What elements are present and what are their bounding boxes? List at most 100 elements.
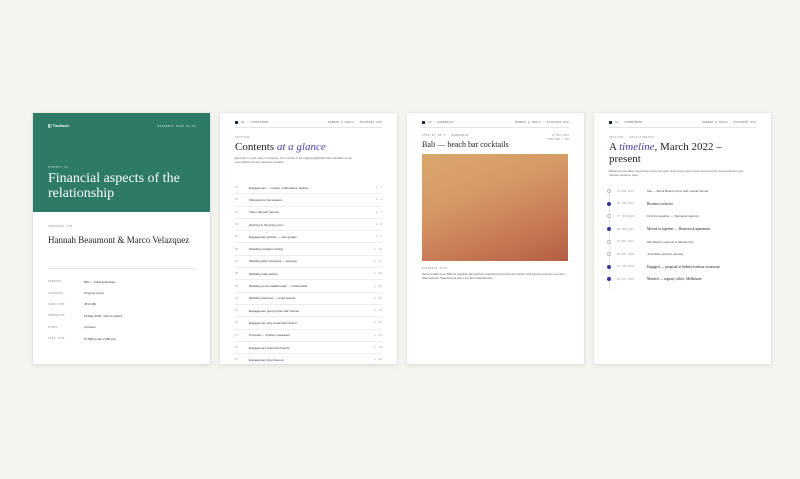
item-page: p. 3 <box>375 186 382 190</box>
brand-logo: ◧ Vaultnote <box>48 123 70 128</box>
caption-label: EVIDENCE NOTE <box>422 267 448 270</box>
event-title: Married — registry office, Melbourne <box>647 277 702 282</box>
contents-item[interactable]: 08 Wedding cake tasting p. 12 <box>235 268 382 281</box>
contents-item[interactable]: 13 Proposal — Sydney restaurant p. 17 <box>235 330 382 342</box>
contents-intro: Each item in your pack of evidence. The … <box>235 156 353 164</box>
item-title: Engagement toast with friends <box>249 345 290 350</box>
event-title: Met — Bondi Beach picnic with mutual fri… <box>647 189 709 194</box>
contents-item[interactable]: 04 Dancing in the living room p. 8 <box>235 219 382 232</box>
item-title: Engagement portrait — rose garden <box>249 234 297 239</box>
event-title: Engaged — proposal at Sydney harbour res… <box>647 264 720 269</box>
contents-item[interactable]: 07 Wedding attire shopping — lehenga p. 11 <box>235 256 382 269</box>
milestone-dot-icon <box>607 277 611 282</box>
meta-table: PURPOSE 820 — Initial application COVERAGE… <box>48 276 196 344</box>
item-title: Engagement — rooftop, champagne, skyline <box>249 185 309 190</box>
divider <box>235 127 382 128</box>
timeline-event: 02 JUN 2022 Became exclusive <box>607 198 757 211</box>
item-number: 13 <box>235 333 239 337</box>
item-number: 03 <box>235 210 239 214</box>
meta-value: 18 May 2026, 4:42 pm AEST <box>84 313 123 318</box>
evidence-page[interactable]: 03 · WANDERLUX HANNAH & MARCO · EVIDENCE… <box>407 113 584 364</box>
contents-page[interactable]: 02 · COMMITMENT HANNAH & MARCO · EVIDENC… <box>220 113 397 364</box>
item-title: Video call with parents <box>249 210 279 215</box>
item-title: Dancing in the living room <box>249 222 284 227</box>
timeline-event: 02 MAY 2025 Married — registry office, Me… <box>607 273 757 286</box>
contents-item[interactable]: 11 Engagement group photo with friends p. … <box>235 305 382 318</box>
item-title: Shopping for homewares <box>249 197 283 202</box>
contents-item[interactable]: 06 Wedding invitation writing p. 10 <box>235 243 382 256</box>
item-number: 06 <box>235 247 239 251</box>
item-title: Engagement group photo with friends <box>249 308 299 313</box>
meta-row: PURPOSE 820 — Initial application <box>48 276 196 287</box>
timeline-page[interactable]: 04 · COMMITMENT HANNAH & MARCO · EVIDENC… <box>594 113 771 364</box>
divider <box>609 127 756 128</box>
item-title: Engagement ring reveal after dinner <box>249 320 297 325</box>
marker-icon <box>235 121 238 124</box>
timeline-event: 17 SEP 2022 First trip together — Tasmani… <box>607 210 757 223</box>
volume-label: EXHIBIT 01 <box>48 166 69 169</box>
item-title: Wedding venue walkthrough — harbourside <box>249 284 308 289</box>
event-date: 04 FEB 2023 <box>617 227 635 231</box>
item-page: p. 11 <box>374 259 382 263</box>
event-title: Joint Wise account opened <box>647 252 684 257</box>
divider <box>48 268 196 269</box>
event-date: 02 JUN 2022 <box>617 202 635 206</box>
prepared-label: PREPARED FOR <box>48 225 73 228</box>
milestone-dot-icon <box>607 227 611 232</box>
item-number: 01 <box>235 186 239 190</box>
contents-item[interactable]: 14 Engagement toast with friends p. 18 <box>235 342 382 355</box>
page-title: A timeline, March 2022 – present <box>609 141 722 165</box>
meta-row: ITEMS 3 photos <box>48 322 196 333</box>
item-number: 05 <box>235 235 239 239</box>
evidence-caption: Second night of our Bali trip together. … <box>422 272 565 280</box>
meta-value: 3 photos <box>84 325 96 330</box>
applicant-names: Hannah Beaumont & Marco Velazquez <box>48 235 190 245</box>
item-number: 02 <box>235 198 239 202</box>
section-label: SECTION · RELATIONSHIP <box>609 136 655 139</box>
meta-value: 820 — Initial application <box>84 279 116 284</box>
step-label: STEP 03 OF 5 · WANDERLUX <box>422 134 470 137</box>
cover-page[interactable]: ◧ Vaultnote EVIDENCE PACK 01/05 EXHIBIT … <box>33 113 210 364</box>
contents-item[interactable]: 02 Shopping for homewares p. 4 <box>235 194 382 207</box>
timeline-event: 21 JUN 2024 Engaged — proposal at Sydney … <box>607 261 757 274</box>
cover-header-meta: EVIDENCE PACK 01/05 <box>157 124 196 128</box>
item-page: p. 19 <box>374 358 382 362</box>
contents-item[interactable]: 09 Wedding venue walkthrough — harboursid… <box>235 280 382 293</box>
timeline-list: 11 MAR 2022 Met — Bondi Beach picnic with… <box>607 185 757 286</box>
meta-key: ITEMS <box>48 325 58 329</box>
milestone-dot-icon <box>607 201 611 206</box>
event-date: 15 DEC 2023 <box>617 240 635 244</box>
event-date: 17 SEP 2022 <box>617 214 635 218</box>
contents-item[interactable]: 15 Engagement ring close-up p. 19 <box>235 354 382 364</box>
item-number: 10 <box>235 296 239 300</box>
contents-item[interactable]: 01 Engagement — rooftop, champagne, skyli… <box>235 182 382 195</box>
item-title: Wedding cake tasting <box>249 271 278 276</box>
meta-value: Ongoing (joint) <box>84 291 104 296</box>
contents-item[interactable]: 03 Video call with parents p. 7 <box>235 207 382 219</box>
timeline-event: 15 DEC 2023 Met Marco's parents in Mexico… <box>607 235 757 248</box>
event-ring-icon <box>607 189 611 194</box>
page-title: Contents at a glance <box>235 141 326 153</box>
item-title: Wedding invitation writing <box>249 247 283 252</box>
evidence-photo[interactable] <box>422 154 568 261</box>
event-date: 09 MAY 2024 <box>617 252 635 256</box>
event-date: 21 JUN 2024 <box>617 265 635 269</box>
evidence-title: Bali — beach bar cocktails <box>422 140 509 149</box>
item-page: p. 8 <box>375 223 382 227</box>
item-page: p. 14 <box>374 296 382 300</box>
item-page: p. 13 <box>374 284 382 288</box>
item-page: p. 15 <box>374 309 382 313</box>
contents-item[interactable]: 05 Engagement portrait — rose garden p. 9 <box>235 231 382 244</box>
page-header: 03 · WANDERLUX HANNAH & MARCO · EVIDENCE… <box>422 120 569 125</box>
contents-item[interactable]: 12 Engagement ring reveal after dinner p. … <box>235 317 382 330</box>
section-label: SECTION <box>235 136 250 139</box>
page-header: 02 · COMMITMENT HANNAH & MARCO · EVIDENC… <box>235 120 382 125</box>
timeline-event: 04 FEB 2023 Moved in together — Brunswick… <box>607 223 757 236</box>
meta-row: COVERAGE Ongoing (joint) <box>48 287 196 298</box>
contents-item[interactable]: 10 Wedding planning — mood boards p. 14 <box>235 293 382 305</box>
event-title: Became exclusive <box>647 201 674 206</box>
meta-row: GENERATED 18 May 2026, 4:42 pm AEST <box>48 310 196 321</box>
item-page: p. 12 <box>374 272 382 276</box>
item-title: Engagement ring close-up <box>249 357 285 362</box>
item-number: 07 <box>235 259 239 263</box>
